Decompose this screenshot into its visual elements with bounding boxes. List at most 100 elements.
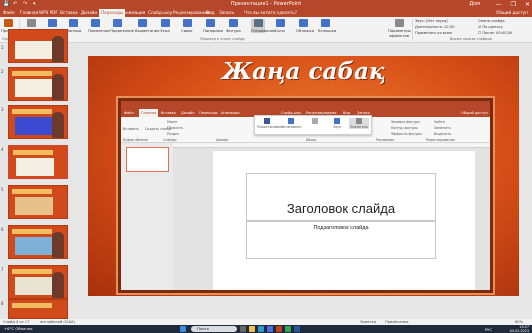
on-click-checkbox[interactable]: ☑ По щелчку xyxy=(478,25,503,29)
start-icon[interactable] xyxy=(180,326,186,332)
effect-options-icon xyxy=(394,19,404,27)
edge-icon[interactable] xyxy=(258,326,264,332)
character-image xyxy=(52,272,64,298)
window-title: Презентация1 - PowerPoint xyxy=(230,1,302,7)
task-view-icon[interactable] xyxy=(240,326,246,332)
slide-title[interactable]: Жаңа сабақ xyxy=(88,58,519,85)
word-icon[interactable] xyxy=(294,326,300,332)
preview-icon xyxy=(3,19,13,27)
taskbar-search[interactable]: Поиск xyxy=(191,326,237,332)
chrome-icon[interactable] xyxy=(285,326,291,332)
transition-icon xyxy=(137,19,147,27)
transition-icon xyxy=(47,19,57,27)
transition-fade[interactable]: Наплыв xyxy=(66,19,81,33)
character-image xyxy=(52,74,64,100)
stop-recording-button: Остановить xyxy=(281,118,301,129)
slide-thumbnail[interactable] xyxy=(8,299,68,319)
comments-button[interactable]: Примечания xyxy=(385,320,408,324)
slide-thumbnail[interactable] xyxy=(8,185,68,219)
tab-review[interactable]: Рецензирование xyxy=(173,10,210,15)
tab-design[interactable]: Дизайн xyxy=(81,10,97,15)
advance-label: Смена слайда xyxy=(478,19,505,23)
tab-animations[interactable]: Анимация xyxy=(123,10,145,15)
tab-insert[interactable]: Вставка xyxy=(60,10,78,15)
after-input[interactable]: 00:00,00 xyxy=(496,31,512,35)
transition-cut[interactable]: Прорезание xyxy=(110,19,134,33)
powerpoint-window: 💾 ↶ ↷ ▾ Презентация1 - PowerPoint Дом — … xyxy=(0,0,532,333)
slide-thumbnail[interactable] xyxy=(8,105,68,139)
inner-title-bar xyxy=(121,101,490,109)
powerpoint-icon[interactable] xyxy=(276,326,282,332)
notes-button[interactable]: Заметки xyxy=(360,320,376,324)
effect-options-button[interactable]: Параметры эффектов xyxy=(388,19,411,38)
user-name[interactable]: Дом xyxy=(469,1,480,7)
clock[interactable]: 13:07 04.02.2023 xyxy=(510,325,529,333)
inner-slide-thumbnail xyxy=(126,147,169,172)
tab-wps-pdf[interactable]: WPS PDF xyxy=(39,10,58,15)
zoom-level[interactable]: 60% xyxy=(515,320,523,324)
transition-icon xyxy=(228,19,238,27)
group-timing-label: Время показа слайдов xyxy=(450,37,492,41)
ribbon: Просмотр Нет Сдвиг Наплыв Появление Прор… xyxy=(0,17,532,43)
share-button[interactable]: Общий доступ xyxy=(496,10,528,15)
slide-thumbnails-pane: 1 2 3 4 5 6 7 8 xyxy=(0,29,75,319)
sound-select[interactable]: [Нет звука] xyxy=(426,19,447,23)
transition-icon xyxy=(205,19,215,27)
duration-input[interactable]: 02,00 xyxy=(444,25,454,29)
tab-slideshow[interactable]: Слайд-шоу xyxy=(148,10,172,15)
pointer-button: Указатель xyxy=(349,118,369,129)
slide-counter: Слайд 4 из 17 xyxy=(3,320,30,324)
pointer-icon xyxy=(356,118,362,124)
slide-thumbnail[interactable] xyxy=(8,265,68,299)
close-button[interactable]: ✕ xyxy=(525,1,530,8)
transition-icon xyxy=(26,19,36,27)
ribbon-tabs: Файл Главная WPS PDF Вставка Дизайн Пере… xyxy=(0,9,532,17)
duration-label: Длительность: 02,00 xyxy=(415,25,455,29)
transition-dissolve[interactable]: Выцветание xyxy=(135,19,160,33)
tab-transitions[interactable]: Переходы xyxy=(99,9,126,17)
transition-appear[interactable]: Появление xyxy=(88,19,110,33)
transition-icon xyxy=(90,19,100,27)
transition-reveal[interactable]: Открывание xyxy=(251,19,276,33)
record-button xyxy=(305,118,325,125)
file-explorer-icon[interactable] xyxy=(249,326,255,332)
slide-thumbnail-selected[interactable] xyxy=(8,145,68,179)
title-bar: 💾 ↶ ↷ ▾ Презентация1 - PowerPoint Дом — … xyxy=(0,0,532,9)
weather-widget[interactable]: +6°C Облачно xyxy=(4,326,33,331)
transition-icon xyxy=(298,19,308,27)
store-icon[interactable] xyxy=(267,326,273,332)
apply-all-button[interactable]: Применить ко всем xyxy=(415,31,452,35)
embedded-screenshot[interactable]: Файл Главная Вставка Дизайн Переходы Ани… xyxy=(118,98,493,293)
microphone-icon xyxy=(334,118,340,124)
current-slide[interactable]: Жаңа сабақ Файл Главная Вставка Дизайн П… xyxy=(88,56,519,296)
transition-cover[interactable]: Обложка xyxy=(296,19,314,33)
taskbar: +6°C Облачно Поиск РУС 13:07 04.02.2023 xyxy=(0,325,532,333)
tell-me-search[interactable]: Что вы хотите сделать? xyxy=(244,10,297,15)
transition-split[interactable]: Сдвиг xyxy=(180,19,194,33)
tab-home[interactable]: Главная xyxy=(20,10,38,15)
slide-thumbnail[interactable] xyxy=(8,225,68,259)
transition-pan[interactable]: Панорама xyxy=(203,19,223,33)
transition-icon xyxy=(182,19,192,27)
maximize-button[interactable]: ❐ xyxy=(511,1,516,8)
ruler xyxy=(173,143,490,148)
transition-wipe[interactable]: Уход xyxy=(158,19,172,33)
audio-button: Звук xyxy=(327,118,347,129)
transition-honeycomb[interactable]: Соты xyxy=(273,19,287,33)
transition-icon xyxy=(68,19,78,27)
tab-record[interactable]: Запись xyxy=(219,10,234,15)
character-image xyxy=(52,112,64,138)
window-controls: — ❐ ✕ xyxy=(496,1,530,8)
after-checkbox[interactable]: ☐ После: 00:00,00 xyxy=(478,31,512,35)
transition-flash[interactable]: Вспышка xyxy=(318,19,336,33)
tab-view[interactable]: Вид xyxy=(206,10,215,15)
inner-slide-editor: Заголовок слайда Подзаголовок слайда xyxy=(173,143,490,290)
transition-shape[interactable]: Фигура xyxy=(226,19,241,33)
minimize-button[interactable]: — xyxy=(496,1,502,8)
slide-thumbnail[interactable] xyxy=(8,67,68,101)
slide-thumbnail[interactable] xyxy=(8,29,68,63)
language-indicator[interactable]: английский (США) xyxy=(40,320,75,324)
input-language[interactable]: РУС xyxy=(485,327,492,332)
transition-icon xyxy=(253,19,263,27)
tab-file[interactable]: Файл xyxy=(3,10,15,15)
